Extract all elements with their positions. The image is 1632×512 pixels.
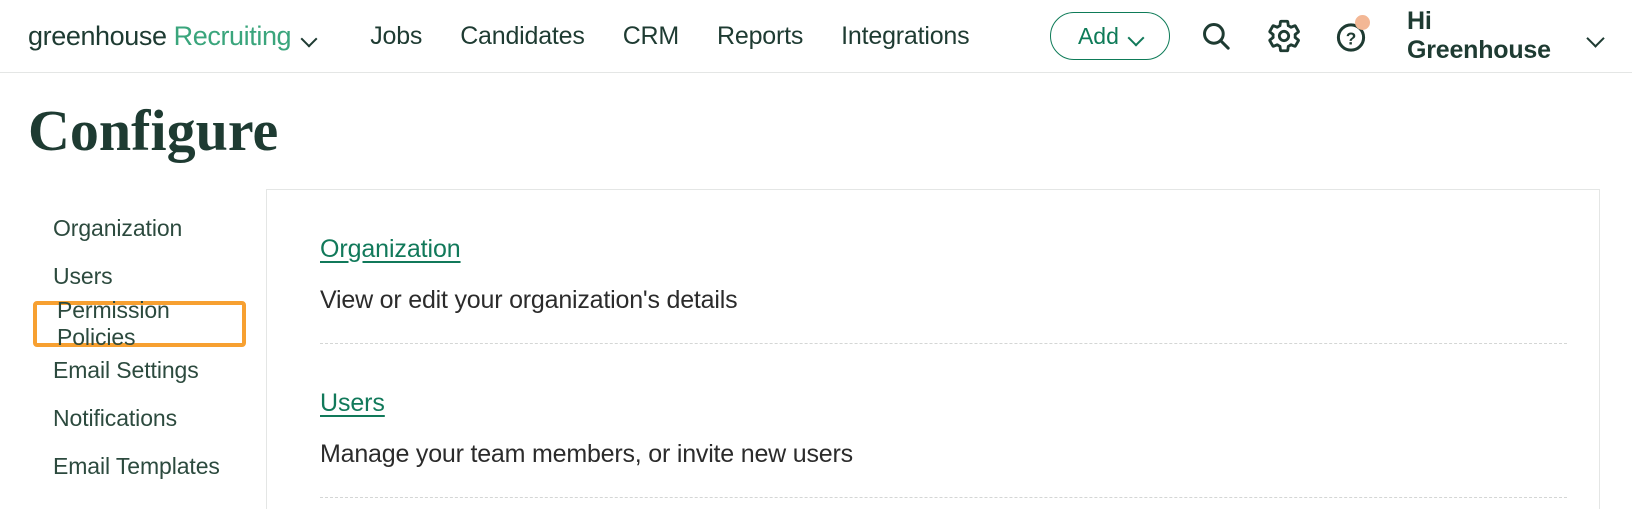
account-greeting-label: Hi Greenhouse	[1406, 7, 1551, 64]
section-link-organization[interactable]: Organization	[320, 235, 461, 264]
gear-icon	[1268, 19, 1300, 53]
sidebar-item-email-templates[interactable]: Email Templates	[0, 443, 266, 491]
svg-text:?: ?	[1346, 28, 1357, 48]
primary-nav-links: Jobs Candidates CRM Reports Integrations	[351, 22, 988, 51]
section-link-users[interactable]: Users	[320, 389, 385, 418]
sidebar-item-email-settings[interactable]: Email Settings	[0, 347, 266, 395]
account-menu[interactable]: Hi Greenhouse	[1407, 7, 1604, 65]
help-button[interactable]: ?	[1329, 13, 1373, 59]
sidebar-item-permission-policies[interactable]: Permission Policies	[33, 297, 246, 350]
sidebar-item-label: Permission Policies	[57, 296, 170, 350]
sidebar-item-label: Email Settings	[53, 357, 199, 384]
sidebar-item-organization[interactable]: Organization	[0, 205, 266, 253]
nav-item-candidates[interactable]: Candidates	[441, 22, 603, 51]
sidebar-item-notifications[interactable]: Notifications	[0, 395, 266, 443]
section-description: Manage your team members, or invite new …	[320, 439, 853, 468]
brand-logo[interactable]: greenhouse Recruiting	[28, 21, 317, 52]
chevron-down-icon	[1588, 30, 1604, 47]
sidebar-item-label: Organization	[53, 215, 183, 242]
page-title: Configure	[28, 98, 279, 163]
settings-button[interactable]	[1262, 13, 1306, 59]
panel-inner: Organization View or edit your organizat…	[267, 190, 1599, 498]
section-description: View or edit your organization's details	[320, 285, 738, 314]
brand-name-primary: greenhouse	[28, 20, 167, 51]
nav-item-reports[interactable]: Reports	[698, 22, 822, 51]
chevron-down-icon[interactable]	[302, 31, 317, 46]
configure-panel: Organization View or edit your organizat…	[266, 188, 1600, 509]
section-organization: Organization View or edit your organizat…	[320, 190, 1567, 343]
sidebar-item-label: Users	[53, 263, 113, 290]
nav-item-integrations[interactable]: Integrations	[822, 22, 988, 51]
section-users: Users Manage your team members, or invit…	[320, 344, 1567, 497]
chevron-down-icon	[1129, 30, 1143, 44]
top-navigation-bar: greenhouse Recruiting Jobs Candidates CR…	[0, 0, 1632, 73]
nav-item-crm[interactable]: CRM	[604, 22, 698, 51]
brand-name-product: Recruiting	[173, 20, 292, 51]
search-button[interactable]	[1194, 13, 1238, 59]
notification-dot	[1354, 15, 1370, 30]
add-button-label: Add	[1077, 22, 1119, 49]
section-divider	[320, 496, 1567, 498]
sidebar-item-label: Notifications	[53, 405, 177, 432]
sidebar-item-users[interactable]: Users	[0, 253, 266, 301]
search-icon	[1203, 23, 1230, 50]
nav-item-jobs[interactable]: Jobs	[351, 22, 441, 51]
add-button[interactable]: Add	[1050, 12, 1171, 60]
configure-sidebar: Organization Users Permission Policies E…	[0, 189, 266, 509]
page-content: Organization Users Permission Policies E…	[0, 188, 1632, 509]
nav-right-group: ? Hi Greenhouse	[1170, 7, 1604, 65]
sidebar-item-label: Email Templates	[53, 453, 220, 480]
